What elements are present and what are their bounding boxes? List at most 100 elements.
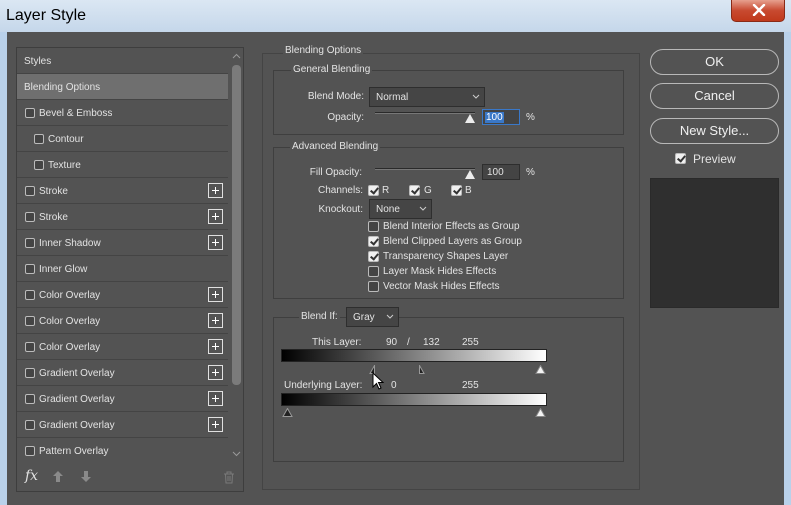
this-layer-label: This Layer: — [312, 337, 362, 348]
fx-icon[interactable]: fx — [25, 468, 38, 484]
style-item-checkbox[interactable] — [25, 446, 35, 456]
blending-options-title: Blending Options — [283, 45, 364, 56]
opacity-value: 100 — [485, 112, 504, 123]
style-item[interactable]: Color Overlay — [17, 282, 228, 308]
underlying-low-handle[interactable] — [282, 408, 293, 417]
style-item-checkbox[interactable] — [25, 108, 35, 118]
blend-if-select[interactable]: Gray — [346, 307, 399, 327]
preview-checkbox[interactable] — [675, 153, 686, 164]
knockout-select[interactable]: None — [369, 199, 432, 219]
this-layer-high-handle[interactable] — [535, 365, 546, 374]
underlying-layer-label: Underlying Layer: — [284, 380, 363, 391]
title-bar: Layer Style — [0, 0, 791, 32]
channel-r-checkbox[interactable] — [368, 185, 379, 196]
move-up-icon[interactable] — [52, 470, 64, 483]
channel-b-checkbox[interactable] — [451, 185, 462, 196]
style-item[interactable]: Texture — [17, 152, 228, 178]
style-item-checkbox[interactable] — [25, 368, 35, 378]
advanced-option-label: Transparency Shapes Layer — [383, 251, 509, 262]
style-item-label: Color Overlay — [39, 342, 101, 353]
fill-opacity-value: 100 — [487, 167, 504, 178]
style-item-checkbox[interactable] — [25, 238, 35, 248]
style-item[interactable]: Pattern Overlay — [17, 438, 228, 462]
styles-scrollbar[interactable] — [230, 48, 243, 462]
style-item-checkbox[interactable] — [25, 212, 35, 222]
scroll-thumb[interactable] — [232, 65, 241, 385]
style-item-checkbox[interactable] — [25, 420, 35, 430]
blend-mode-label: Blend Mode: — [307, 91, 364, 102]
blend-if-value: Gray — [353, 312, 375, 323]
opacity-slider[interactable] — [375, 112, 475, 114]
fill-opacity-slider[interactable] — [375, 168, 475, 170]
style-item-checkbox[interactable] — [34, 160, 44, 170]
add-effect-icon[interactable] — [208, 209, 223, 224]
style-item[interactable]: Stroke — [17, 204, 228, 230]
style-item[interactable]: Gradient Overlay — [17, 386, 228, 412]
this-layer-low-handle-right[interactable] — [414, 365, 425, 374]
mouse-cursor-icon — [372, 372, 385, 390]
style-item[interactable]: Inner Shadow — [17, 230, 228, 256]
blend-mode-select[interactable]: Normal — [369, 87, 485, 107]
add-effect-icon[interactable] — [208, 391, 223, 406]
style-item-label: Stroke — [39, 212, 68, 223]
style-item[interactable]: Blending Options — [17, 74, 228, 100]
style-item-label: Color Overlay — [39, 316, 101, 327]
style-preview-swatch — [650, 178, 779, 308]
style-item-checkbox[interactable] — [25, 316, 35, 326]
channel-g-checkbox[interactable] — [409, 185, 420, 196]
style-item[interactable]: Color Overlay — [17, 308, 228, 334]
window-title: Layer Style — [6, 7, 87, 24]
add-effect-icon[interactable] — [208, 183, 223, 198]
style-item[interactable]: Stroke — [17, 178, 228, 204]
style-item-label: Bevel & Emboss — [39, 108, 113, 119]
underlying-high-handle[interactable] — [535, 408, 546, 417]
blend-if-label: Blend If: — [299, 311, 340, 322]
style-item-label: Contour — [48, 134, 84, 145]
underlying-layer-gradient — [281, 393, 547, 406]
style-item-checkbox[interactable] — [25, 342, 35, 352]
add-effect-icon[interactable] — [208, 417, 223, 432]
style-item-checkbox[interactable] — [25, 264, 35, 274]
new-style-button[interactable]: New Style... — [650, 118, 779, 144]
channels-label: Channels: — [317, 185, 363, 196]
scroll-down-icon[interactable] — [232, 449, 241, 458]
add-effect-icon[interactable] — [208, 235, 223, 250]
style-item[interactable]: Contour — [17, 126, 228, 152]
fill-opacity-input[interactable]: 100 — [482, 164, 520, 180]
move-down-icon[interactable] — [80, 470, 92, 483]
chevron-down-icon — [472, 94, 480, 99]
style-item[interactable]: Bevel & Emboss — [17, 100, 228, 126]
style-item[interactable]: Inner Glow — [17, 256, 228, 282]
close-icon — [752, 4, 766, 16]
close-button[interactable] — [731, 0, 785, 22]
advanced-option-checkbox[interactable] — [368, 251, 379, 262]
style-item-label: Gradient Overlay — [39, 420, 115, 431]
trash-icon[interactable] — [223, 471, 235, 484]
add-effect-icon[interactable] — [208, 339, 223, 354]
opacity-label: Opacity: — [327, 112, 364, 123]
add-effect-icon[interactable] — [208, 365, 223, 380]
style-item[interactable]: Color Overlay — [17, 334, 228, 360]
style-item-checkbox[interactable] — [25, 394, 35, 404]
style-item-checkbox[interactable] — [25, 290, 35, 300]
style-item-checkbox[interactable] — [25, 186, 35, 196]
opacity-slider-thumb[interactable] — [465, 114, 475, 123]
advanced-option-checkbox[interactable] — [368, 281, 379, 292]
cancel-button[interactable]: Cancel — [650, 83, 779, 109]
scroll-up-icon[interactable] — [232, 52, 241, 61]
advanced-option-checkbox[interactable] — [368, 236, 379, 247]
opacity-input[interactable]: 100 — [482, 109, 520, 125]
styles-header[interactable]: Styles — [17, 48, 228, 74]
style-item-checkbox[interactable] — [34, 134, 44, 144]
advanced-option-label: Blend Clipped Layers as Group — [383, 236, 522, 247]
add-effect-icon[interactable] — [208, 313, 223, 328]
advanced-option-checkbox[interactable] — [368, 266, 379, 277]
style-item[interactable]: Gradient Overlay — [17, 360, 228, 386]
this-layer-low2-value: 132 — [423, 337, 440, 348]
ok-button[interactable]: OK — [650, 49, 779, 75]
advanced-option-checkbox[interactable] — [368, 221, 379, 232]
add-effect-icon[interactable] — [208, 287, 223, 302]
style-item[interactable]: Gradient Overlay — [17, 412, 228, 438]
fill-opacity-slider-thumb[interactable] — [465, 170, 475, 179]
channel-r-label: R — [382, 185, 390, 196]
